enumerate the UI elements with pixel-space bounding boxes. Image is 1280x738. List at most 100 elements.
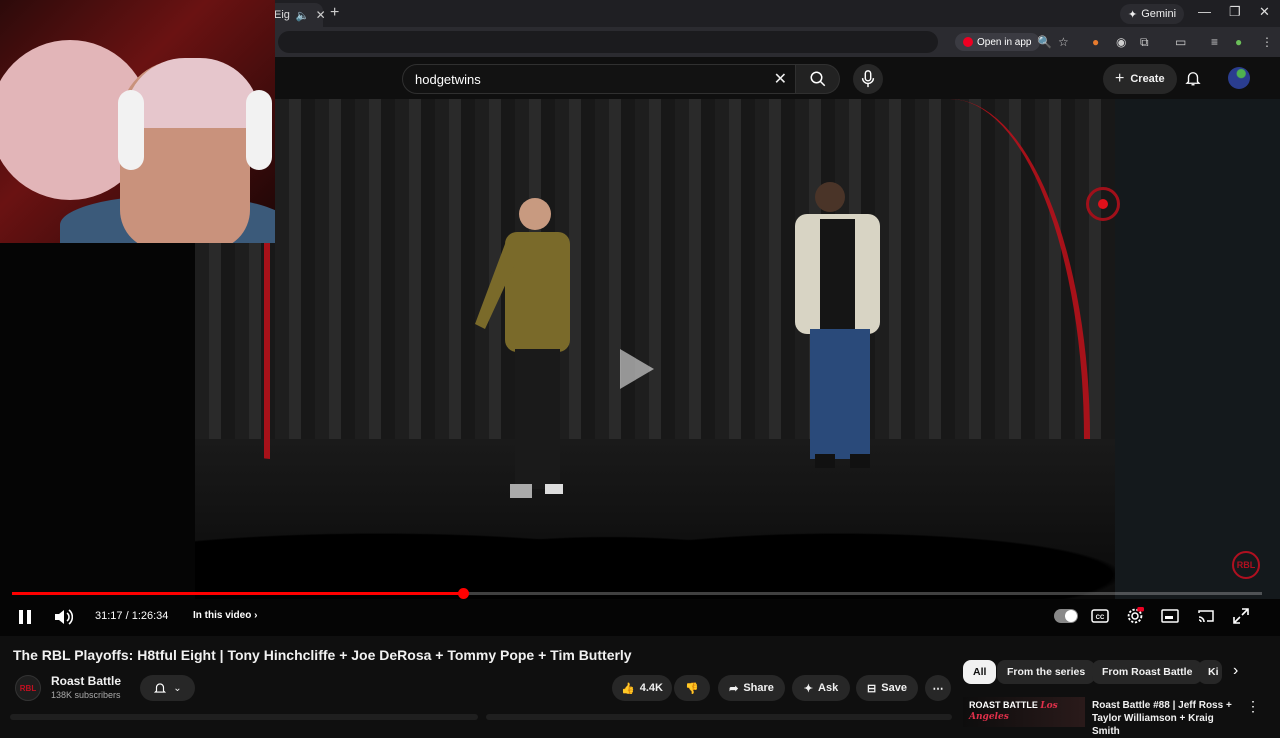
target-icon [1086, 187, 1120, 221]
menu-kebab-icon[interactable]: ⋮ [1261, 35, 1273, 49]
share-label: Share [743, 682, 774, 694]
gemini-label: Gemini [1141, 8, 1177, 20]
notifications-bell-icon[interactable] [1184, 69, 1202, 92]
search-icon [810, 71, 825, 87]
progress-bar[interactable] [12, 588, 1262, 599]
comedian-left [475, 198, 570, 498]
youtube-app-icon [963, 37, 973, 47]
account-avatar[interactable] [1228, 67, 1250, 89]
progress-played [12, 592, 464, 595]
search-query: hodgetwins [415, 71, 481, 87]
new-tab-icon[interactable]: + [330, 4, 339, 22]
bookmark-star-icon[interactable]: ☆ [1058, 35, 1069, 49]
recommendation-thumbnail[interactable]: ROAST BATTLE Los Angeles [963, 697, 1085, 727]
miniplayer-icon [1161, 609, 1179, 623]
zoom-icon[interactable]: 🔍 [1037, 35, 1052, 49]
ask-button[interactable]: ✦ Ask [792, 675, 850, 701]
more-horizontal-icon: ⋯ [932, 682, 944, 695]
chip-from-the-series[interactable]: From the series [997, 660, 1096, 684]
webcam-overlay [0, 0, 275, 243]
sparkle-icon: ✦ [1128, 8, 1138, 21]
recommendation-title[interactable]: Roast Battle #88 | Jeff Ross + Taylor Wi… [1092, 699, 1242, 738]
in-this-video-button[interactable]: In this video › [193, 610, 257, 621]
bell-icon [154, 683, 167, 693]
subscriber-count: 138K subscribers [51, 690, 121, 700]
video-title: The RBL Playoffs: H8tful Eight | Tony Hi… [13, 647, 632, 663]
browser-tab[interactable]: Eig 🔈 ✕ [268, 3, 326, 27]
play-overlay-icon[interactable] [620, 349, 654, 389]
streamer-beanie [125, 58, 260, 128]
pause-icon [19, 610, 31, 624]
cast-button[interactable] [1196, 605, 1216, 627]
gemini-button[interactable]: ✦ Gemini [1120, 4, 1185, 24]
ask-label: Ask [818, 682, 839, 694]
comments-box-edge [486, 714, 952, 720]
share-icon: ➦ [729, 682, 739, 695]
player-controls: 31:17 / 1:26:34 In this video › CC [0, 599, 1280, 635]
gear-icon [1127, 607, 1144, 624]
more-actions-button[interactable]: ⋯ [925, 675, 951, 701]
like-button[interactable]: 👍 4.4K [612, 675, 672, 701]
tab-title: Eig [274, 9, 290, 21]
volume-icon [55, 609, 73, 625]
description-box-edge [10, 714, 478, 720]
chevron-down-icon: ⌄ [173, 682, 182, 694]
chevron-right-icon[interactable]: › [1233, 662, 1238, 680]
captions-button[interactable]: CC [1090, 605, 1110, 627]
create-button[interactable]: + Create [1103, 64, 1177, 94]
extension-icon[interactable]: ◉ [1116, 35, 1126, 49]
search-button[interactable] [796, 64, 840, 94]
speaker-icon[interactable]: 🔈 [296, 9, 310, 22]
time-display: 31:17 / 1:26:34 [95, 610, 169, 622]
more-vertical-icon[interactable]: ⋮ [1246, 698, 1260, 715]
restore-icon[interactable]: ❐ [1229, 4, 1241, 20]
chip-all[interactable]: All [963, 660, 997, 684]
thumbs-up-icon: 👍 [621, 682, 635, 695]
captions-icon: CC [1091, 609, 1109, 623]
create-label: Create [1130, 73, 1165, 85]
cast-icon [1198, 610, 1214, 623]
headphone-right [246, 90, 272, 170]
dislike-button[interactable]: 👎 [674, 675, 710, 701]
extensions-puzzle-icon[interactable]: ⧉ [1140, 35, 1149, 50]
close-tab-icon[interactable]: ✕ [316, 8, 326, 22]
volume-button[interactable] [52, 605, 74, 629]
chip-partial[interactable]: Ki [1198, 660, 1222, 684]
channel-watermark[interactable]: RBL [1232, 551, 1260, 579]
bookmark-icon: ⊟ [867, 682, 877, 695]
save-label: Save [881, 682, 907, 694]
voice-search-button[interactable] [853, 64, 883, 94]
reading-list-icon[interactable]: ≡ [1211, 35, 1218, 49]
open-in-app-button[interactable]: Open in app [955, 33, 1040, 51]
subscription-bell-button[interactable]: ⌄ [140, 675, 195, 701]
miniplayer-button[interactable] [1160, 605, 1180, 627]
thumbnail-text: ROAST BATTLE [969, 700, 1038, 710]
share-button[interactable]: ➦ Share [718, 675, 785, 701]
headphone-left [118, 90, 144, 170]
tab-search-icon[interactable]: ▭ [1175, 35, 1186, 49]
chevron-right-icon: › [254, 610, 258, 621]
fullscreen-button[interactable] [1231, 605, 1251, 627]
save-button[interactable]: ⊟ Save [856, 675, 918, 701]
channel-avatar[interactable]: RBL [15, 675, 41, 701]
sparkle-icon: ✦ [803, 682, 814, 695]
open-in-app-label: Open in app [977, 36, 1032, 48]
profile-icon[interactable]: ● [1235, 35, 1242, 49]
like-count: 4.4K [639, 682, 663, 694]
search-input[interactable]: hodgetwins ✕ [402, 64, 796, 94]
url-field[interactable] [278, 31, 938, 53]
clear-search-icon[interactable]: ✕ [774, 69, 787, 89]
expand-icon [1233, 608, 1249, 624]
microphone-icon [861, 70, 875, 88]
autoplay-toggle[interactable] [1054, 609, 1078, 623]
comedian-right [795, 182, 880, 468]
plus-icon: + [1115, 70, 1125, 87]
chip-from-roast-battle[interactable]: From Roast Battle [1092, 660, 1203, 684]
close-window-icon[interactable]: ✕ [1259, 4, 1270, 20]
pause-button[interactable] [15, 605, 35, 629]
channel-name[interactable]: Roast Battle [51, 674, 121, 688]
settings-button[interactable] [1125, 605, 1145, 627]
minimize-icon[interactable]: — [1198, 4, 1211, 19]
svg-text:CC: CC [1096, 615, 1105, 621]
extension-icon[interactable]: ● [1092, 35, 1099, 49]
